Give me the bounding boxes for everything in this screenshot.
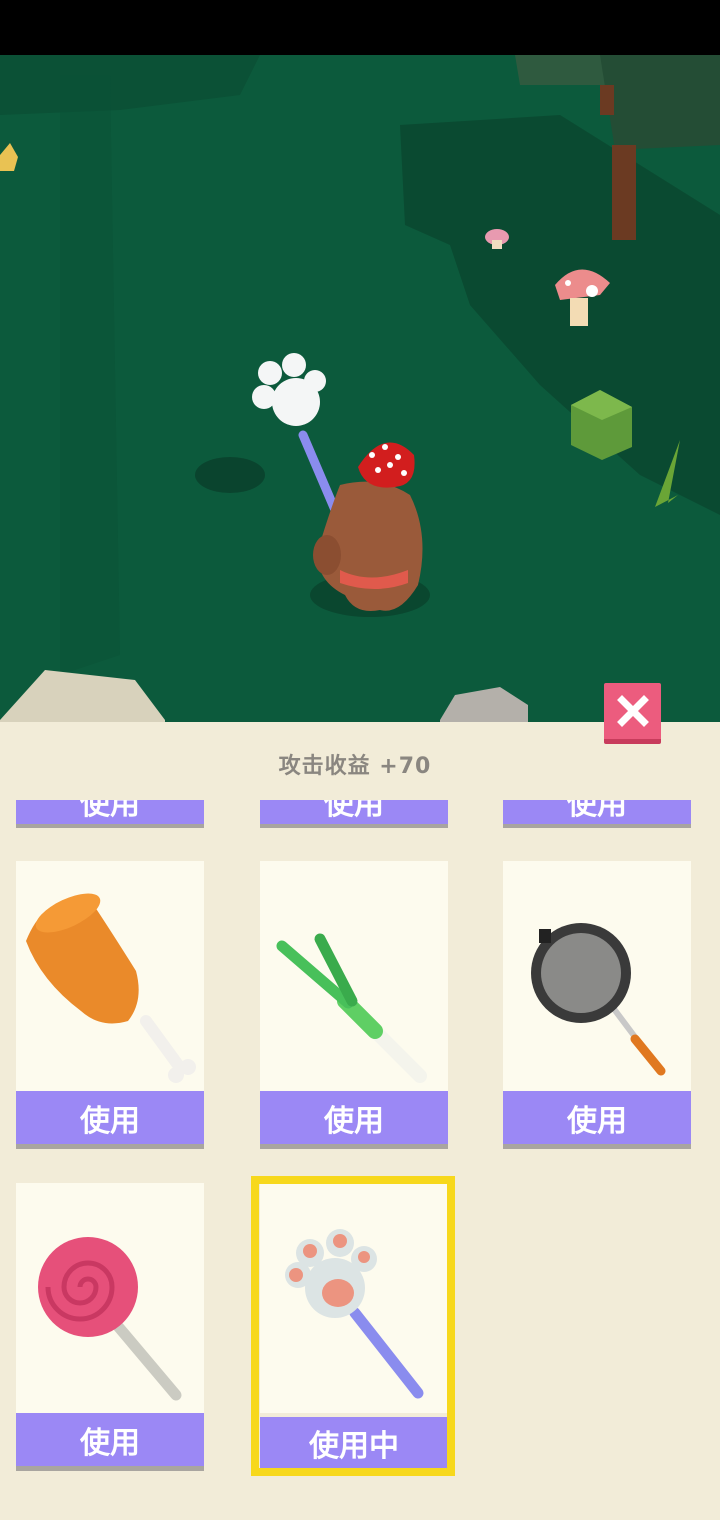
leek-icon: [276, 933, 427, 1083]
status-bar: [0, 0, 720, 55]
use-button[interactable]: 使用: [260, 1091, 448, 1149]
weapon-art: [260, 1183, 448, 1413]
use-button[interactable]: 使用: [16, 800, 204, 828]
lollipop-icon: [38, 1237, 182, 1401]
cat-paw-wand-icon: [285, 1229, 424, 1399]
use-button[interactable]: 使用: [503, 800, 691, 828]
attack-earnings-label: 攻击收益 +70: [278, 754, 432, 779]
weapon-card-cat-paw-wand[interactable]: 使用中: [260, 1183, 448, 1471]
weapon-card-frying-pan[interactable]: 使用: [503, 861, 691, 1149]
use-button[interactable]: 使用: [503, 1091, 691, 1149]
weapon-card-leek[interactable]: 使用: [260, 861, 448, 1149]
in-use-button[interactable]: 使用中: [260, 1417, 448, 1469]
close-button[interactable]: [604, 683, 661, 744]
use-button[interactable]: 使用: [16, 1413, 204, 1471]
frying-pan-icon: [531, 923, 666, 1076]
weapon-art: [16, 861, 204, 1091]
game-scene[interactable]: [0, 55, 720, 755]
weapon-card-drumstick[interactable]: 使用: [16, 861, 204, 1149]
use-button[interactable]: 使用: [16, 1091, 204, 1149]
weapon-art: [16, 1183, 204, 1413]
close-icon: [616, 695, 649, 727]
drumstick-icon: [26, 893, 196, 1083]
weapon-art: [260, 861, 448, 1091]
use-button[interactable]: 使用: [260, 800, 448, 828]
weapon-art: [503, 861, 691, 1091]
weapon-card-lollipop[interactable]: 使用: [16, 1183, 204, 1471]
